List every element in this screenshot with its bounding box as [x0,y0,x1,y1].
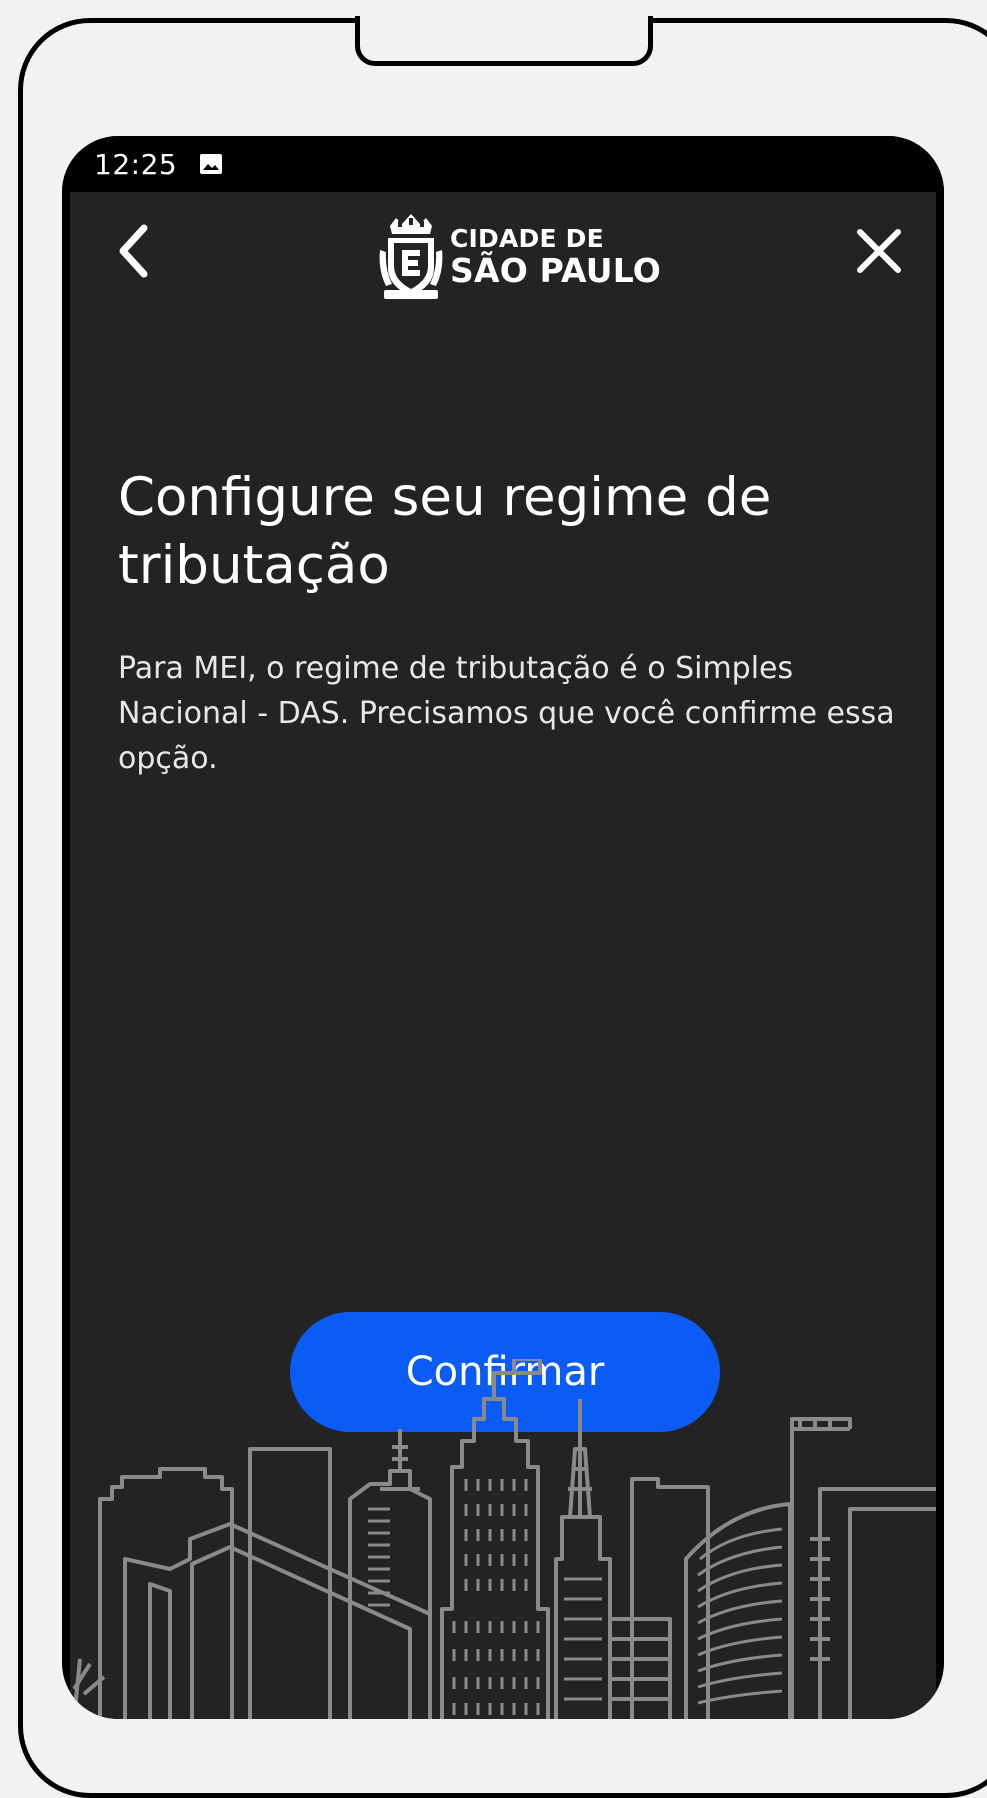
close-button[interactable] [850,222,908,280]
device-speaker-notch [355,16,653,66]
phone-screen: 12:25 CIDADE DE SÃO PAULO Configure seu … [62,136,944,1719]
image-icon [200,154,223,174]
back-button[interactable] [104,222,162,280]
city-crest-icon [379,214,443,299]
app-content: CIDADE DE SÃO PAULO Configure seu regime… [70,192,936,1719]
logo-wordmark: CIDADE DE SÃO PAULO [450,226,661,287]
logo-line-2: SÃO PAULO [450,250,662,290]
page-description: Para MEI, o regime de tributação é o Sim… [118,651,895,776]
close-icon [857,229,901,273]
logo-line-1: CIDADE DE [450,223,604,253]
city-skyline-illustration [72,1359,936,1719]
chevron-left-icon [119,224,148,278]
status-bar: 12:25 [62,136,944,192]
page-title: Configure seu regime de tributação [118,467,772,596]
status-time: 12:25 [94,147,178,181]
cidade-sao-paulo-logo: CIDADE DE SÃO PAULO [376,210,661,302]
